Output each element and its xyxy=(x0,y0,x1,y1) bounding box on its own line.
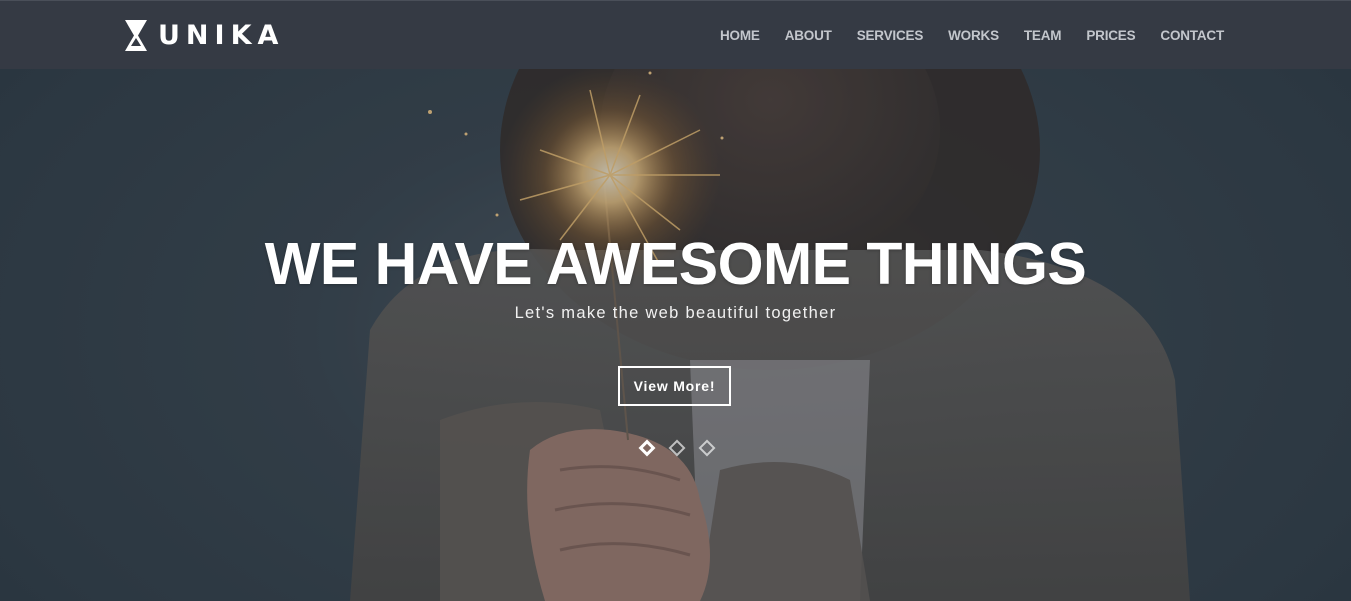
slider-dot-2[interactable] xyxy=(668,439,686,457)
nav-item-home[interactable]: HOME xyxy=(720,28,760,43)
hero-dark-overlay xyxy=(0,0,1351,601)
nav-item-services[interactable]: SERVICES xyxy=(857,28,924,43)
hero-headline: WE HAVE AWESOME THINGS xyxy=(264,231,1087,297)
landing-page: UNIKA HOME ABOUT SERVICES WORKS TEAM PRI… xyxy=(0,0,1351,601)
hourglass-icon xyxy=(125,20,147,51)
nav-item-team[interactable]: TEAM xyxy=(1024,28,1062,43)
hero-background-image xyxy=(0,0,1351,601)
brand-logo[interactable]: UNIKA xyxy=(124,19,284,52)
view-more-button[interactable]: View More! xyxy=(618,366,731,406)
nav-item-about[interactable]: ABOUT xyxy=(785,28,832,43)
hero-subheadline: Let's make the web beautiful together xyxy=(514,304,837,322)
brand-name: UNIKA xyxy=(158,20,285,51)
slider-dot-1[interactable] xyxy=(638,439,656,457)
slider-dot-3[interactable] xyxy=(698,439,716,457)
top-navbar: UNIKA HOME ABOUT SERVICES WORKS TEAM PRI… xyxy=(0,0,1351,69)
nav-item-prices[interactable]: PRICES xyxy=(1086,28,1135,43)
main-navigation: HOME ABOUT SERVICES WORKS TEAM PRICES CO… xyxy=(720,1,1224,70)
nav-item-contact[interactable]: CONTACT xyxy=(1160,28,1224,43)
nav-item-works[interactable]: WORKS xyxy=(948,28,999,43)
slider-pagination xyxy=(638,439,716,457)
